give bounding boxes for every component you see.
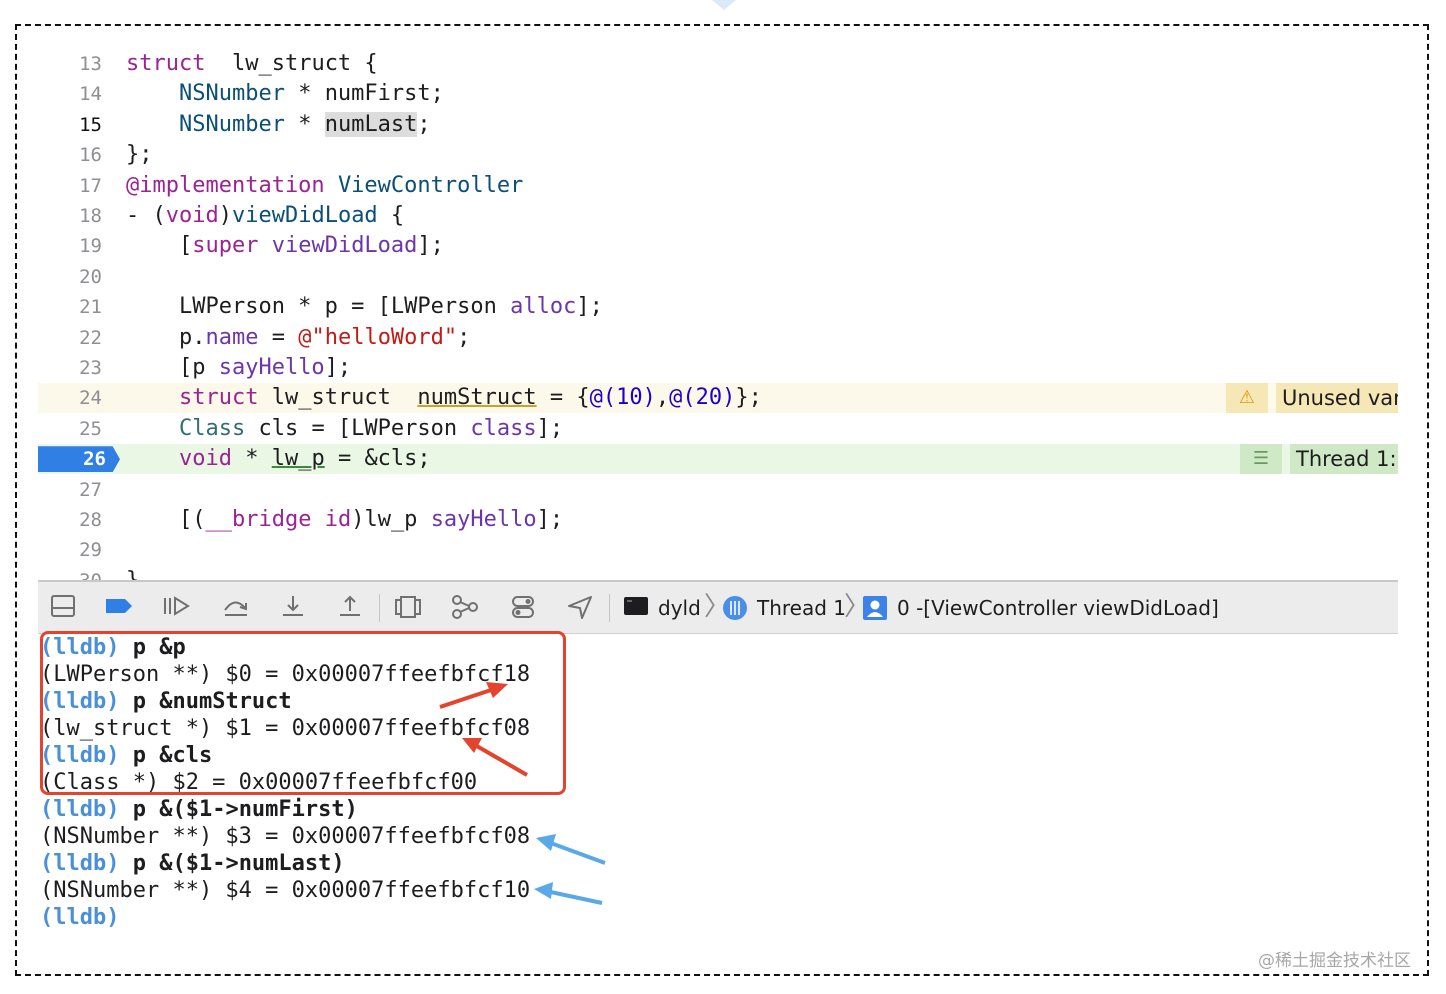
red-arrow-1 (439, 682, 508, 709)
red-arrow-2 (462, 738, 528, 777)
blue-arrow-2 (534, 882, 603, 905)
watermark: @稀土掘金技术社区 (1258, 951, 1411, 971)
blue-arrow-1 (536, 834, 606, 865)
annotation-arrows (439, 682, 606, 905)
